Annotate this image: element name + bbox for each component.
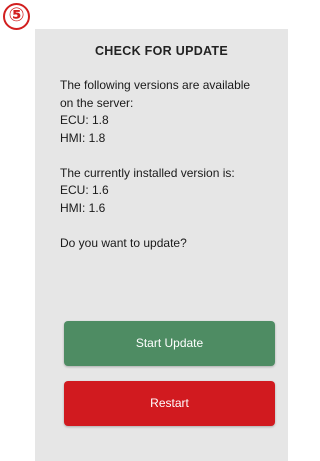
available-intro-line-2: on the server: <box>60 95 134 110</box>
installed-hmi-version: HMI: 1.6 <box>60 200 106 215</box>
restart-button[interactable]: Restart <box>64 381 275 426</box>
dialog-title: CHECK FOR UPDATE <box>94 44 229 58</box>
available-intro-line-1: The following versions are available <box>60 78 251 92</box>
update-dialog: CHECK FOR UPDATE The following versions … <box>35 29 288 461</box>
step-number-badge: ⑤ <box>3 3 30 30</box>
update-question: Do you want to update? <box>60 235 187 250</box>
start-update-button[interactable]: Start Update <box>64 321 275 366</box>
installed-ecu-version: ECU: 1.6 <box>60 183 109 197</box>
server-hmi-version: HMI: 1.8 <box>60 130 106 145</box>
installed-intro: The currently installed version is: <box>60 165 235 180</box>
page: ⑤ CHECK FOR UPDATE The following version… <box>0 0 304 461</box>
server-ecu-version: ECU: 1.8 <box>60 113 109 127</box>
dialog-body: The following versions are available on … <box>60 77 280 252</box>
